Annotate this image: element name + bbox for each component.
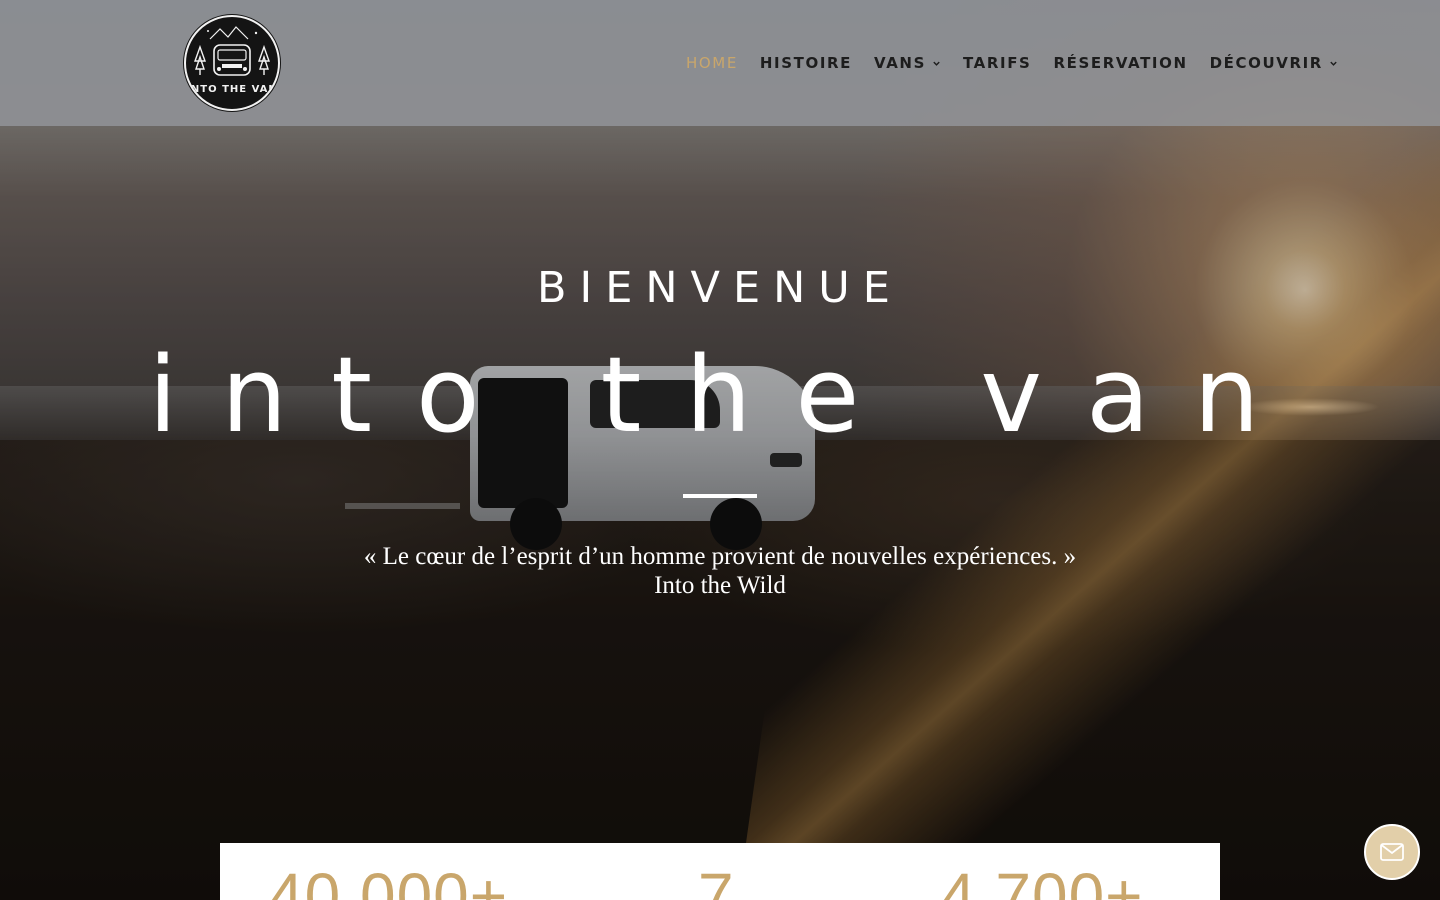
stat-value-2: 7 bbox=[698, 860, 735, 900]
nav-item-label: VANS bbox=[874, 54, 926, 72]
nav-item-histoire[interactable]: HISTOIRE bbox=[760, 54, 852, 72]
mail-icon bbox=[1380, 843, 1404, 861]
hero-quote-author: Into the Wild bbox=[654, 572, 786, 599]
hero-divider bbox=[683, 494, 757, 498]
nav-item-label: DÉCOUVRIR bbox=[1209, 54, 1323, 72]
chevron-down-icon bbox=[1330, 61, 1337, 66]
stat-value-3: 4 700+ bbox=[940, 860, 1144, 900]
nav-item-label: HISTOIRE bbox=[759, 54, 853, 72]
chevron-down-icon bbox=[933, 61, 940, 66]
hero-title: into the van bbox=[148, 334, 1304, 456]
nav-item-label: HOME bbox=[686, 54, 738, 72]
contact-button[interactable] bbox=[1364, 824, 1420, 880]
site-header: INTO THE VAN HOME HISTOIRE VANS TARIFS R… bbox=[0, 0, 1440, 126]
stats-card: 40 000+ 7 4 700+ bbox=[220, 843, 1220, 900]
logo-text: INTO THE VAN bbox=[186, 84, 278, 95]
van-badge-logo-icon bbox=[194, 26, 270, 76]
hero-kicker: BIENVENUE bbox=[537, 263, 903, 313]
main-nav: HOME HISTOIRE VANS TARIFS RÉSERVATION DÉ… bbox=[686, 52, 1338, 74]
nav-item-vans[interactable]: VANS bbox=[874, 54, 941, 72]
stat-value-1: 40 000+ bbox=[268, 860, 509, 900]
nav-item-tarifs[interactable]: TARIFS bbox=[963, 54, 1031, 72]
site-logo[interactable]: INTO THE VAN bbox=[184, 15, 280, 111]
nav-item-reservation[interactable]: RÉSERVATION bbox=[1053, 54, 1187, 72]
hero-quote: « Le cœur de l’esprit d’un homme provien… bbox=[363, 543, 1077, 570]
nav-item-label: TARIFS bbox=[962, 54, 1032, 72]
nav-item-home[interactable]: HOME bbox=[686, 54, 738, 72]
nav-item-decouvrir[interactable]: DÉCOUVRIR bbox=[1210, 54, 1338, 72]
nav-item-label: RÉSERVATION bbox=[1053, 54, 1188, 72]
